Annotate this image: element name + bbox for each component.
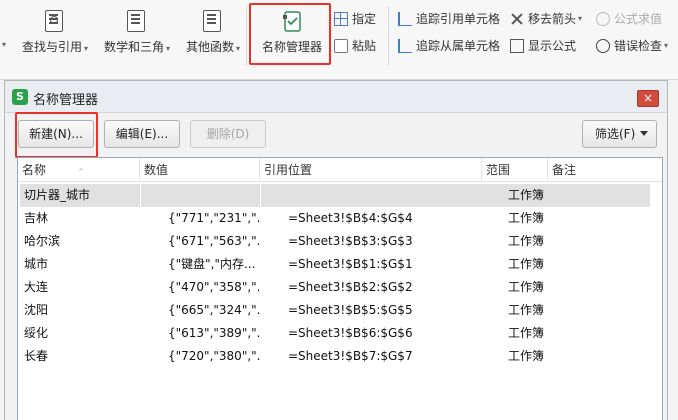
row-value: {"665","324","... (168, 303, 260, 317)
row-reference: =Sheet3!$B$2:$G$2 (288, 280, 413, 294)
names-list[interactable]: 名称 ^ 数值 引用位置 范围 备注 切片器_城市 工作簿 吉林 {"771",… (17, 157, 663, 420)
row-scope: 工作簿 (508, 211, 545, 225)
filter-button[interactable]: 筛选(F) (582, 120, 657, 148)
row-reference: =Sheet3!$B$1:$G$1 (288, 257, 413, 271)
app-logo-icon: S (12, 89, 28, 105)
chevron-down-icon: ▾ (84, 44, 89, 53)
row-name: 绥化 (24, 326, 49, 340)
table-row[interactable]: 大连 {"470","358","... =Sheet3!$B$2:$G$2 工… (20, 276, 650, 299)
delete-button[interactable]: 删除(D) (190, 120, 266, 148)
table-row[interactable]: 吉林 {"771","231","... =Sheet3!$B$4:$G$4 工… (20, 207, 650, 230)
row-name: 哈尔滨 (24, 234, 61, 248)
other-functions-icon (203, 10, 223, 32)
row-name: 城市 (24, 257, 49, 271)
row-value: {"470","358","... (168, 280, 260, 294)
chevron-down-icon (640, 131, 648, 136)
row-value: {"671","563","... (168, 234, 260, 248)
remove-arrows-button[interactable]: 移去箭头 ▾ (510, 10, 582, 27)
row-scope: 工作簿 (508, 234, 545, 248)
paste-button[interactable]: 粘贴 (334, 37, 376, 54)
trace-dependents-icon (398, 38, 412, 53)
header-value[interactable]: 数值 (140, 158, 260, 182)
row-scope: 工作簿 (508, 188, 545, 202)
row-name: 切片器_城市 (24, 188, 91, 202)
find-reference-button[interactable]: 查找与引用 ▾ (22, 0, 88, 55)
paste-icon (334, 38, 348, 53)
close-button[interactable]: × (637, 90, 659, 107)
row-reference: =Sheet3!$B$5:$G$5 (288, 303, 413, 317)
row-name: 吉林 (24, 211, 49, 225)
row-name: 长春 (24, 349, 49, 363)
row-name: 沈阳 (24, 303, 49, 317)
row-reference (288, 184, 478, 207)
trace-precedents-button[interactable]: 追踪引用单元格 (398, 10, 500, 27)
specify-icon (334, 11, 348, 26)
error-check-button[interactable]: 错误检查 ▾ (596, 37, 668, 54)
table-row[interactable]: 哈尔滨 {"671","563","... =Sheet3!$B$3:$G$3 … (20, 230, 650, 253)
remove-arrows-icon (510, 12, 524, 26)
row-scope: 工作簿 (508, 257, 545, 271)
chevron-down-icon: ▾ (578, 14, 583, 23)
find-reference-icon (45, 10, 65, 32)
trace-dependents-button[interactable]: 追踪从属单元格 (398, 37, 500, 54)
header-scope[interactable]: 范围 (482, 158, 548, 182)
list-header: 名称 ^ 数值 引用位置 范围 备注 (18, 158, 662, 182)
header-name[interactable]: 名称 ^ (18, 158, 140, 182)
chevron-down-icon[interactable]: ▾ (2, 40, 6, 49)
row-reference: =Sheet3!$B$6:$G$6 (288, 326, 413, 340)
trace-precedents-icon (398, 11, 412, 26)
math-trig-icon (127, 10, 147, 32)
row-scope: 工作簿 (508, 326, 545, 340)
table-row[interactable]: 切片器_城市 工作簿 (20, 184, 650, 207)
row-reference: =Sheet3!$B$4:$G$4 (288, 211, 413, 225)
dialog-titlebar[interactable]: S 名称管理器 × (5, 81, 667, 113)
chevron-down-icon: ▾ (166, 44, 171, 53)
row-value: {"720","380","... (168, 349, 260, 363)
row-value: {"613","389","... (168, 326, 260, 340)
table-row[interactable]: 沈阳 {"665","324","... =Sheet3!$B$5:$G$5 工… (20, 299, 650, 322)
evaluate-formula-icon (596, 11, 610, 26)
chevron-down-icon: ▾ (236, 44, 241, 53)
header-reference[interactable]: 引用位置 (260, 158, 482, 182)
chevron-down-icon: ▾ (664, 41, 669, 50)
dialog-title: 名称管理器 (33, 93, 99, 108)
row-scope: 工作簿 (508, 349, 545, 363)
table-row[interactable]: 长春 {"720","380","... =Sheet3!$B$7:$G$7 工… (20, 345, 650, 368)
row-value: {"键盘","内存... (168, 257, 256, 271)
row-scope: 工作簿 (508, 280, 545, 294)
row-value (168, 184, 258, 207)
new-button-highlight (15, 112, 98, 158)
row-value: {"771","231","... (168, 211, 260, 225)
show-formulas-icon (510, 38, 524, 53)
header-comment[interactable]: 备注 (548, 158, 662, 182)
row-reference: =Sheet3!$B$7:$G$7 (288, 349, 413, 363)
row-name: 大连 (24, 280, 49, 294)
math-trig-button[interactable]: 数学和三角 ▾ (104, 0, 170, 55)
sort-caret-icon: ^ (78, 168, 84, 176)
table-row[interactable]: 城市 {"键盘","内存... =Sheet3!$B$1:$G$1 工作簿 (20, 253, 650, 276)
name-manager-highlight (249, 3, 331, 65)
edit-button[interactable]: 编辑(E)... (104, 120, 180, 148)
table-row[interactable]: 绥化 {"613","389","... =Sheet3!$B$6:$G$6 工… (20, 322, 650, 345)
specify-button[interactable]: 指定 (334, 10, 376, 27)
evaluate-formula-button[interactable]: 公式求值 (596, 10, 662, 27)
other-functions-button[interactable]: 其他函数 ▾ (186, 0, 240, 55)
formula-ribbon: ▾ 查找与引用 ▾ 数学和三角 ▾ 其他函数 ▾ 名称管理器 指定 粘贴 追踪引… (0, 0, 678, 80)
row-scope: 工作簿 (508, 303, 545, 317)
error-check-icon (596, 38, 610, 53)
name-manager-dialog: S 名称管理器 × 新建(N)... 编辑(E)... 删除(D) 筛选(F) … (4, 80, 668, 420)
row-reference: =Sheet3!$B$3:$G$3 (288, 234, 413, 248)
show-formulas-button[interactable]: 显示公式 (510, 37, 576, 54)
